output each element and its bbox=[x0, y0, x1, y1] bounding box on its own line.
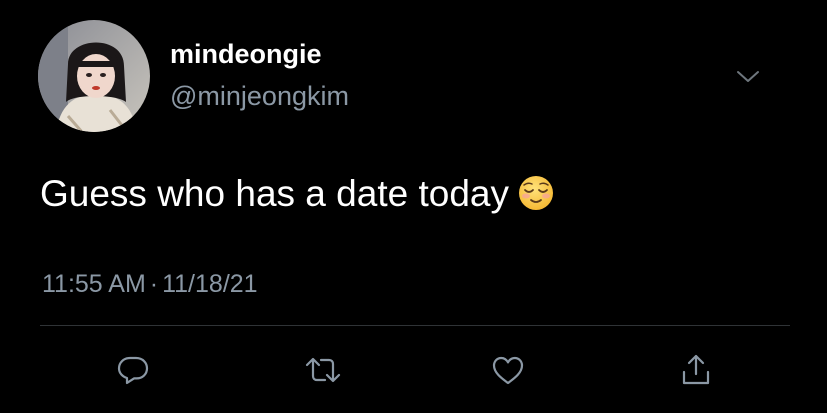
tweet-timestamp[interactable]: 11:55 AM · 11/18/21 bbox=[42, 268, 258, 300]
reply-button[interactable] bbox=[113, 350, 153, 390]
retweet-button[interactable] bbox=[303, 350, 343, 390]
avatar[interactable] bbox=[38, 20, 150, 132]
display-name[interactable]: mindeongie bbox=[170, 38, 322, 70]
share-button[interactable] bbox=[676, 350, 716, 390]
share-icon bbox=[682, 354, 710, 385]
user-handle[interactable]: @minjeongkim bbox=[170, 80, 349, 112]
tweet-body: Guess who has a date today bbox=[40, 173, 509, 214]
divider bbox=[40, 325, 790, 326]
relieved-face-emoji bbox=[517, 174, 555, 212]
tweet-time: 11:55 AM bbox=[42, 270, 146, 298]
retweet-icon bbox=[305, 357, 341, 383]
heart-icon bbox=[492, 356, 524, 385]
reply-icon bbox=[117, 356, 149, 385]
tweet-date: 11/18/21 bbox=[162, 270, 258, 298]
avatar-image bbox=[38, 20, 150, 132]
tweet-card: mindeongie @minjeongkim Guess who has a … bbox=[0, 0, 827, 413]
chevron-down-icon[interactable] bbox=[734, 62, 762, 90]
like-button[interactable] bbox=[488, 350, 528, 390]
tweet-text: Guess who has a date today bbox=[40, 170, 555, 218]
timestamp-separator: · bbox=[149, 270, 159, 298]
